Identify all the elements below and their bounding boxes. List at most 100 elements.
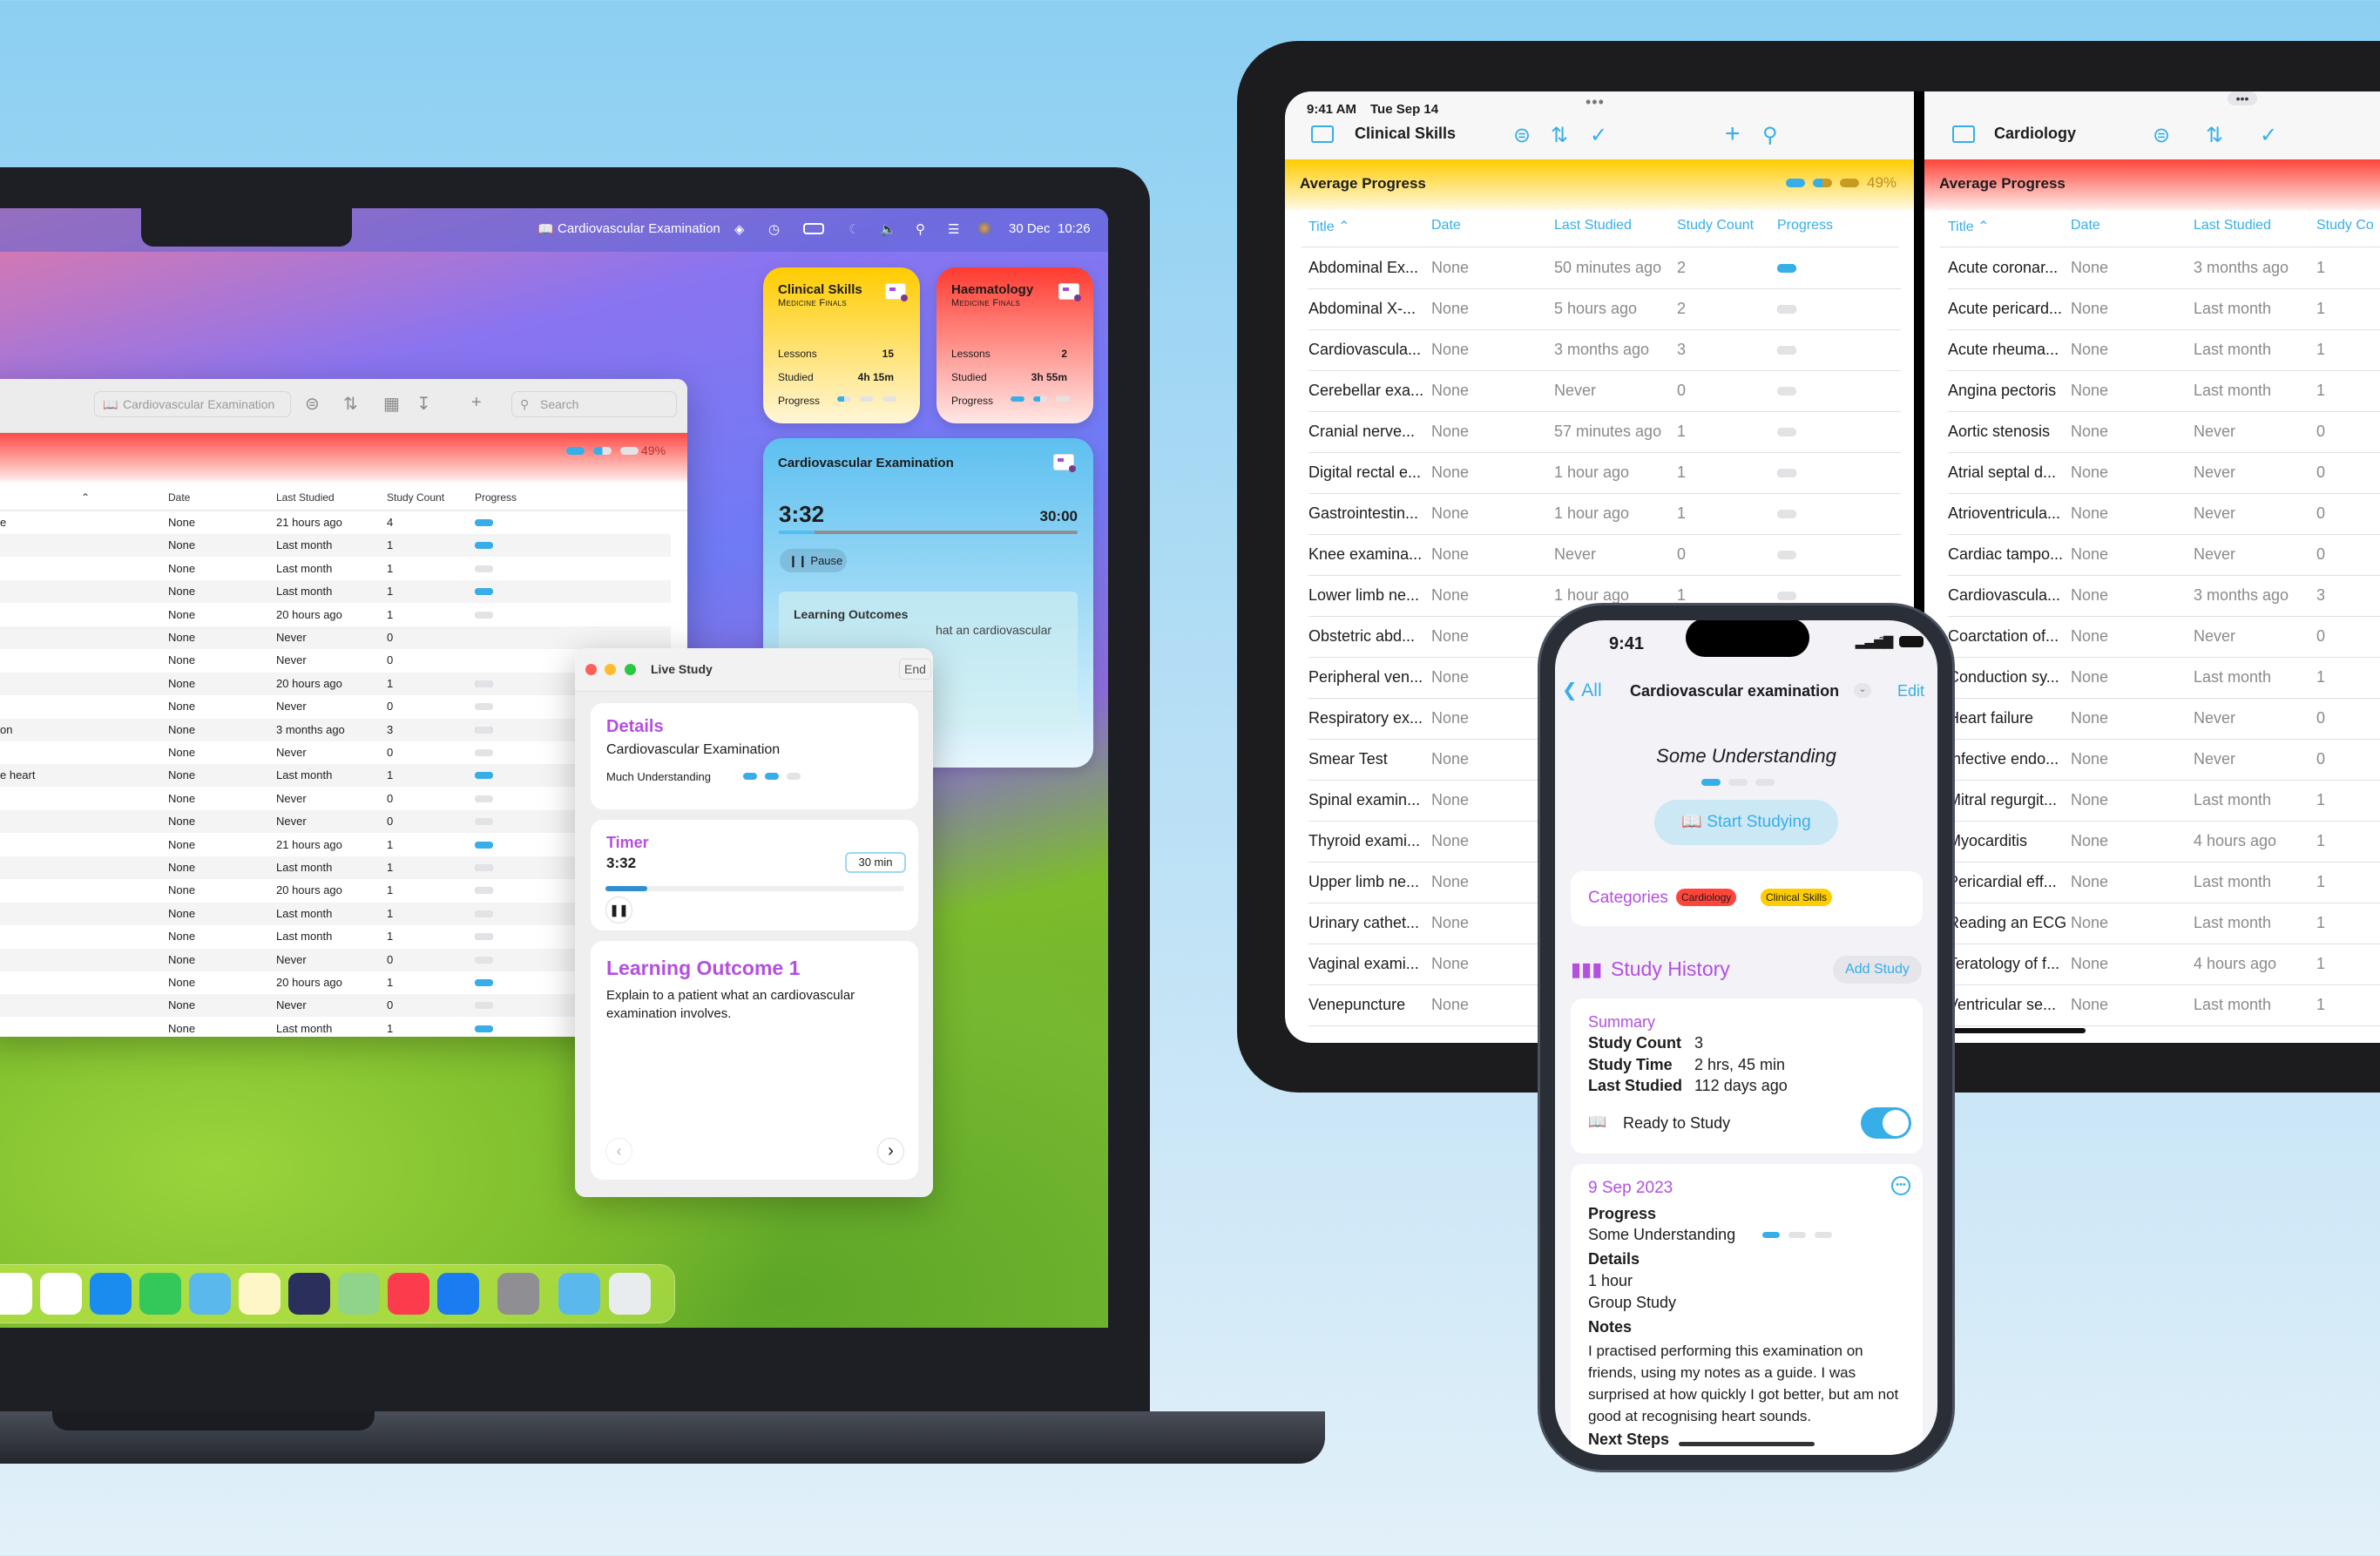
table-row[interactable]: Heart failure None Never 0 [1924, 698, 2380, 739]
table-row[interactable]: None 20 hours ago 1 [0, 879, 671, 902]
table-row[interactable]: Acute pericard... None Last month 1 [1924, 288, 2380, 329]
search-icon[interactable]: ⚲ [1762, 123, 1778, 148]
topic-title-field[interactable]: 📖 Cardiovascular Examination [94, 391, 291, 417]
widget-clinical-skills[interactable]: Clinical Skills Medicine Finals Lessons 1… [763, 267, 920, 423]
table-row[interactable]: Cardiovascula... None 3 months ago 3 [1924, 575, 2380, 616]
column-title[interactable]: Title ⌃ [1308, 218, 1350, 235]
export-icon[interactable]: ↧ [416, 393, 431, 415]
sort-icon[interactable]: ⇅ [343, 393, 358, 415]
horizontal-scrollbar[interactable] [1942, 1028, 2086, 1033]
table-row[interactable]: None Last month 1 [0, 902, 671, 925]
filter-icon[interactable]: ⊜ [1513, 123, 1531, 148]
battery-icon[interactable] [803, 223, 824, 234]
column-progress[interactable]: Progress [475, 491, 517, 504]
calendar-add-icon[interactable]: ▦ [383, 393, 400, 415]
table-row[interactable]: Mitral regurgit... None Last month 1 [1924, 780, 2380, 821]
table-row[interactable]: None Never 0 [0, 810, 671, 834]
table-row[interactable]: Myocarditis None 4 hours ago 1 [1924, 821, 2380, 862]
table-row[interactable]: None 20 hours ago 1 [0, 604, 671, 626]
ready-to-study-toggle[interactable] [1861, 1107, 1911, 1139]
chevron-down-icon[interactable]: ⌄ [1854, 683, 1871, 698]
siri-icon[interactable] [977, 221, 991, 235]
category-tag-clinical-skills[interactable]: Clinical Skills [1761, 889, 1833, 906]
widget-haematology[interactable]: Haematology Medicine Finals Lessons 2 Stu… [936, 267, 1093, 423]
end-button[interactable]: End [899, 659, 931, 680]
table-row[interactable]: None 21 hours ago 1 [0, 834, 671, 856]
sort-icon[interactable]: ⇅ [2206, 123, 2223, 148]
column-last-studied[interactable]: Last Studied [2194, 218, 2271, 233]
zoom-button[interactable] [625, 664, 636, 675]
table-row[interactable]: Ventricular se... None Last month 1 [1924, 984, 2380, 1025]
table-row[interactable]: None 20 hours ago 1 [0, 971, 671, 994]
table-row[interactable]: Conduction sy... None Last month 1 [1924, 657, 2380, 698]
spotlight-search-icon[interactable]: ⚲ [916, 221, 925, 237]
multitasking-dots-icon[interactable]: ••• [1586, 93, 1605, 112]
table-row[interactable]: Abdominal X-... None 5 hours ago 2 [1285, 288, 1914, 329]
table-row[interactable]: Aortic stenosis None Never 0 [1924, 411, 2380, 452]
column-study-count[interactable]: Study Count [1677, 218, 1754, 233]
table-row[interactable]: e None 21 hours ago 4 [0, 511, 671, 534]
table-row[interactable]: Acute rheuma... None Last month 1 [1924, 329, 2380, 370]
table-row[interactable]: Teratology of f... None 4 hours ago 1 [1924, 944, 2380, 984]
table-row[interactable]: Digital rectal e... None 1 hour ago 1 [1285, 452, 1914, 493]
table-row[interactable]: None Never 0 [0, 649, 671, 672]
timer-duration-field[interactable]: 30 min [845, 852, 906, 873]
table-row[interactable]: None Never 0 [0, 695, 671, 718]
category-tag-cardiology[interactable]: Cardiology [1676, 889, 1737, 906]
menubar-app-title[interactable]: Cardiovascular Examination [558, 221, 720, 236]
add-icon[interactable]: + [1725, 119, 1741, 149]
pause-icon[interactable]: ❚❚ [605, 896, 632, 923]
table-row[interactable]: Cardiac tampo... None Never 0 [1924, 534, 2380, 575]
close-button[interactable] [585, 664, 597, 675]
minimize-button[interactable] [605, 664, 616, 675]
sidebar-toggle-icon[interactable] [1311, 125, 1334, 143]
table-row[interactable]: None Last month 1 [0, 558, 671, 580]
table-row[interactable]: None Never 0 [0, 948, 671, 971]
table-row[interactable]: Abdominal Ex... None 50 minutes ago 2 [1285, 247, 1914, 288]
table-row[interactable]: Atrial septal d... None Never 0 [1924, 452, 2380, 493]
column-progress[interactable]: Progress [1777, 218, 1833, 233]
table-row[interactable]: None Never 0 [0, 994, 671, 1018]
table-row[interactable]: Angina pectoris None Last month 1 [1924, 370, 2380, 411]
table-row[interactable]: None 20 hours ago 1 [0, 672, 671, 695]
table-row[interactable]: Cranial nerve... None 57 minutes ago 1 [1285, 411, 1914, 452]
time-machine-icon[interactable]: ◷ [768, 221, 780, 237]
column-last-studied[interactable]: Last Studied [276, 491, 335, 504]
sort-ascending-icon[interactable]: ⌃ [81, 491, 90, 504]
back-button[interactable]: ❮ All [1562, 680, 1602, 701]
table-row[interactable]: None Never 0 [0, 741, 671, 764]
table-row[interactable]: None Never 0 [0, 626, 671, 649]
table-row[interactable]: Gastrointestin... None 1 hour ago 1 [1285, 493, 1914, 534]
sidebar-toggle-icon[interactable] [1952, 125, 1975, 143]
previous-outcome-button[interactable]: ‹ [605, 1138, 632, 1165]
column-date[interactable]: Date [168, 491, 190, 504]
multitasking-dots-icon[interactable]: ••• [2228, 91, 2257, 105]
table-row[interactable]: Cardiovascula... None 3 months ago 3 [1285, 329, 1914, 370]
table-row[interactable]: Cerebellar exa... None Never 0 [1285, 370, 1914, 411]
table-row[interactable]: on None 3 months ago 3 [0, 718, 671, 741]
column-study-count[interactable]: Study Count [387, 491, 444, 504]
table-row[interactable]: Pericardial eff... None Last month 1 [1924, 862, 2380, 903]
focus-moon-icon[interactable]: ☾ [849, 221, 860, 237]
next-outcome-button[interactable]: › [877, 1138, 904, 1165]
menubar-date[interactable]: 30 Dec [1009, 221, 1051, 236]
table-row[interactable]: Knee examina... None Never 0 [1285, 534, 1914, 575]
add-study-button[interactable]: Add Study [1833, 956, 1922, 984]
search-input[interactable]: ⚲ Search [511, 391, 677, 417]
table-row[interactable]: None Last month 1 [0, 856, 671, 879]
table-row[interactable]: None Last month 1 [0, 925, 671, 948]
table-row[interactable]: Atrioventricula... None Never 0 [1924, 493, 2380, 534]
column-title[interactable]: Title ⌃ [1948, 218, 1990, 235]
sort-icon[interactable]: ⇅ [1551, 123, 1568, 148]
edit-button[interactable]: Edit [1897, 682, 1924, 700]
nav-title[interactable]: Cardiovascular examination [1630, 682, 1839, 700]
table-row[interactable]: None Last month 1 [0, 1018, 671, 1037]
column-last-studied[interactable]: Last Studied [1554, 218, 1632, 233]
filter-icon[interactable]: ⊜ [2153, 123, 2170, 148]
table-row[interactable]: Infective endo... None Never 0 [1924, 739, 2380, 780]
menubar-time[interactable]: 10:26 [1058, 221, 1091, 236]
table-row[interactable]: Coarctation of... None Never 0 [1924, 616, 2380, 657]
pause-button[interactable]: ❙❙ Pause [780, 549, 847, 572]
table-row[interactable]: None Never 0 [0, 788, 671, 810]
start-studying-button[interactable]: 📖 Start Studying [1654, 800, 1838, 845]
